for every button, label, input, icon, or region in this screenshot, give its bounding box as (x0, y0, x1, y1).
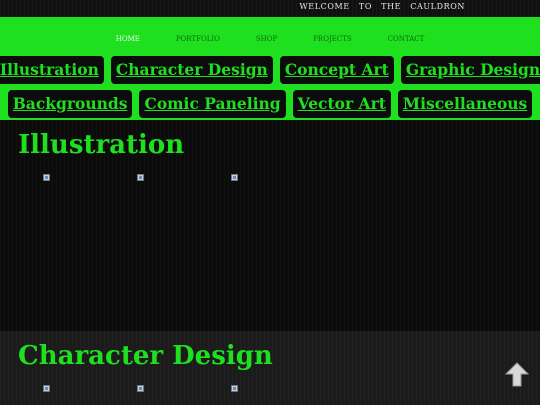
scroll-to-top-button[interactable] (504, 362, 530, 388)
broken-image-icon[interactable] (231, 174, 238, 181)
category-button-illustration[interactable]: Illustration (0, 56, 104, 84)
nav-link-shop[interactable]: SHOP (256, 35, 277, 43)
nav-link-portfolio[interactable]: PORTFOLIO (176, 35, 220, 43)
illustration-section: Illustration (0, 120, 540, 331)
broken-image-icon[interactable] (43, 385, 50, 392)
top-bar: WELCOME TO THE CAULDRON (0, 0, 540, 17)
category-button-graphic-design[interactable]: Graphic Design (400, 56, 540, 84)
category-row-1: Illustration Character Design Concept Ar… (0, 56, 540, 84)
category-row-2: Backgrounds Comic Paneling Vector Art Mi… (0, 90, 540, 118)
welcome-text: WELCOME TO THE CAULDRON (299, 2, 465, 11)
main-nav: HOME PORTFOLIO SHOP PROJECTS CONTACT (0, 35, 540, 43)
broken-image-icon[interactable] (137, 174, 144, 181)
section-title-illustration: Illustration (18, 130, 185, 160)
broken-image-icon[interactable] (43, 174, 50, 181)
category-button-comic-paneling[interactable]: Comic Paneling (139, 90, 286, 118)
nav-link-contact[interactable]: CONTACT (388, 35, 425, 43)
category-button-backgrounds[interactable]: Backgrounds (7, 90, 133, 118)
category-button-miscellaneous[interactable]: Miscellaneous (397, 90, 533, 118)
broken-image-icon[interactable] (137, 385, 144, 392)
nav-link-home[interactable]: HOME (116, 35, 140, 43)
category-button-vector-art[interactable]: Vector Art (292, 90, 391, 118)
up-arrow-icon (504, 362, 530, 387)
section-title-character-design: Character Design (18, 341, 273, 371)
broken-image-icon[interactable] (231, 385, 238, 392)
nav-link-projects[interactable]: PROJECTS (313, 35, 351, 43)
category-button-concept-art[interactable]: Concept Art (279, 56, 394, 84)
category-button-character-design[interactable]: Character Design (110, 56, 273, 84)
character-design-section: Character Design (0, 331, 540, 405)
